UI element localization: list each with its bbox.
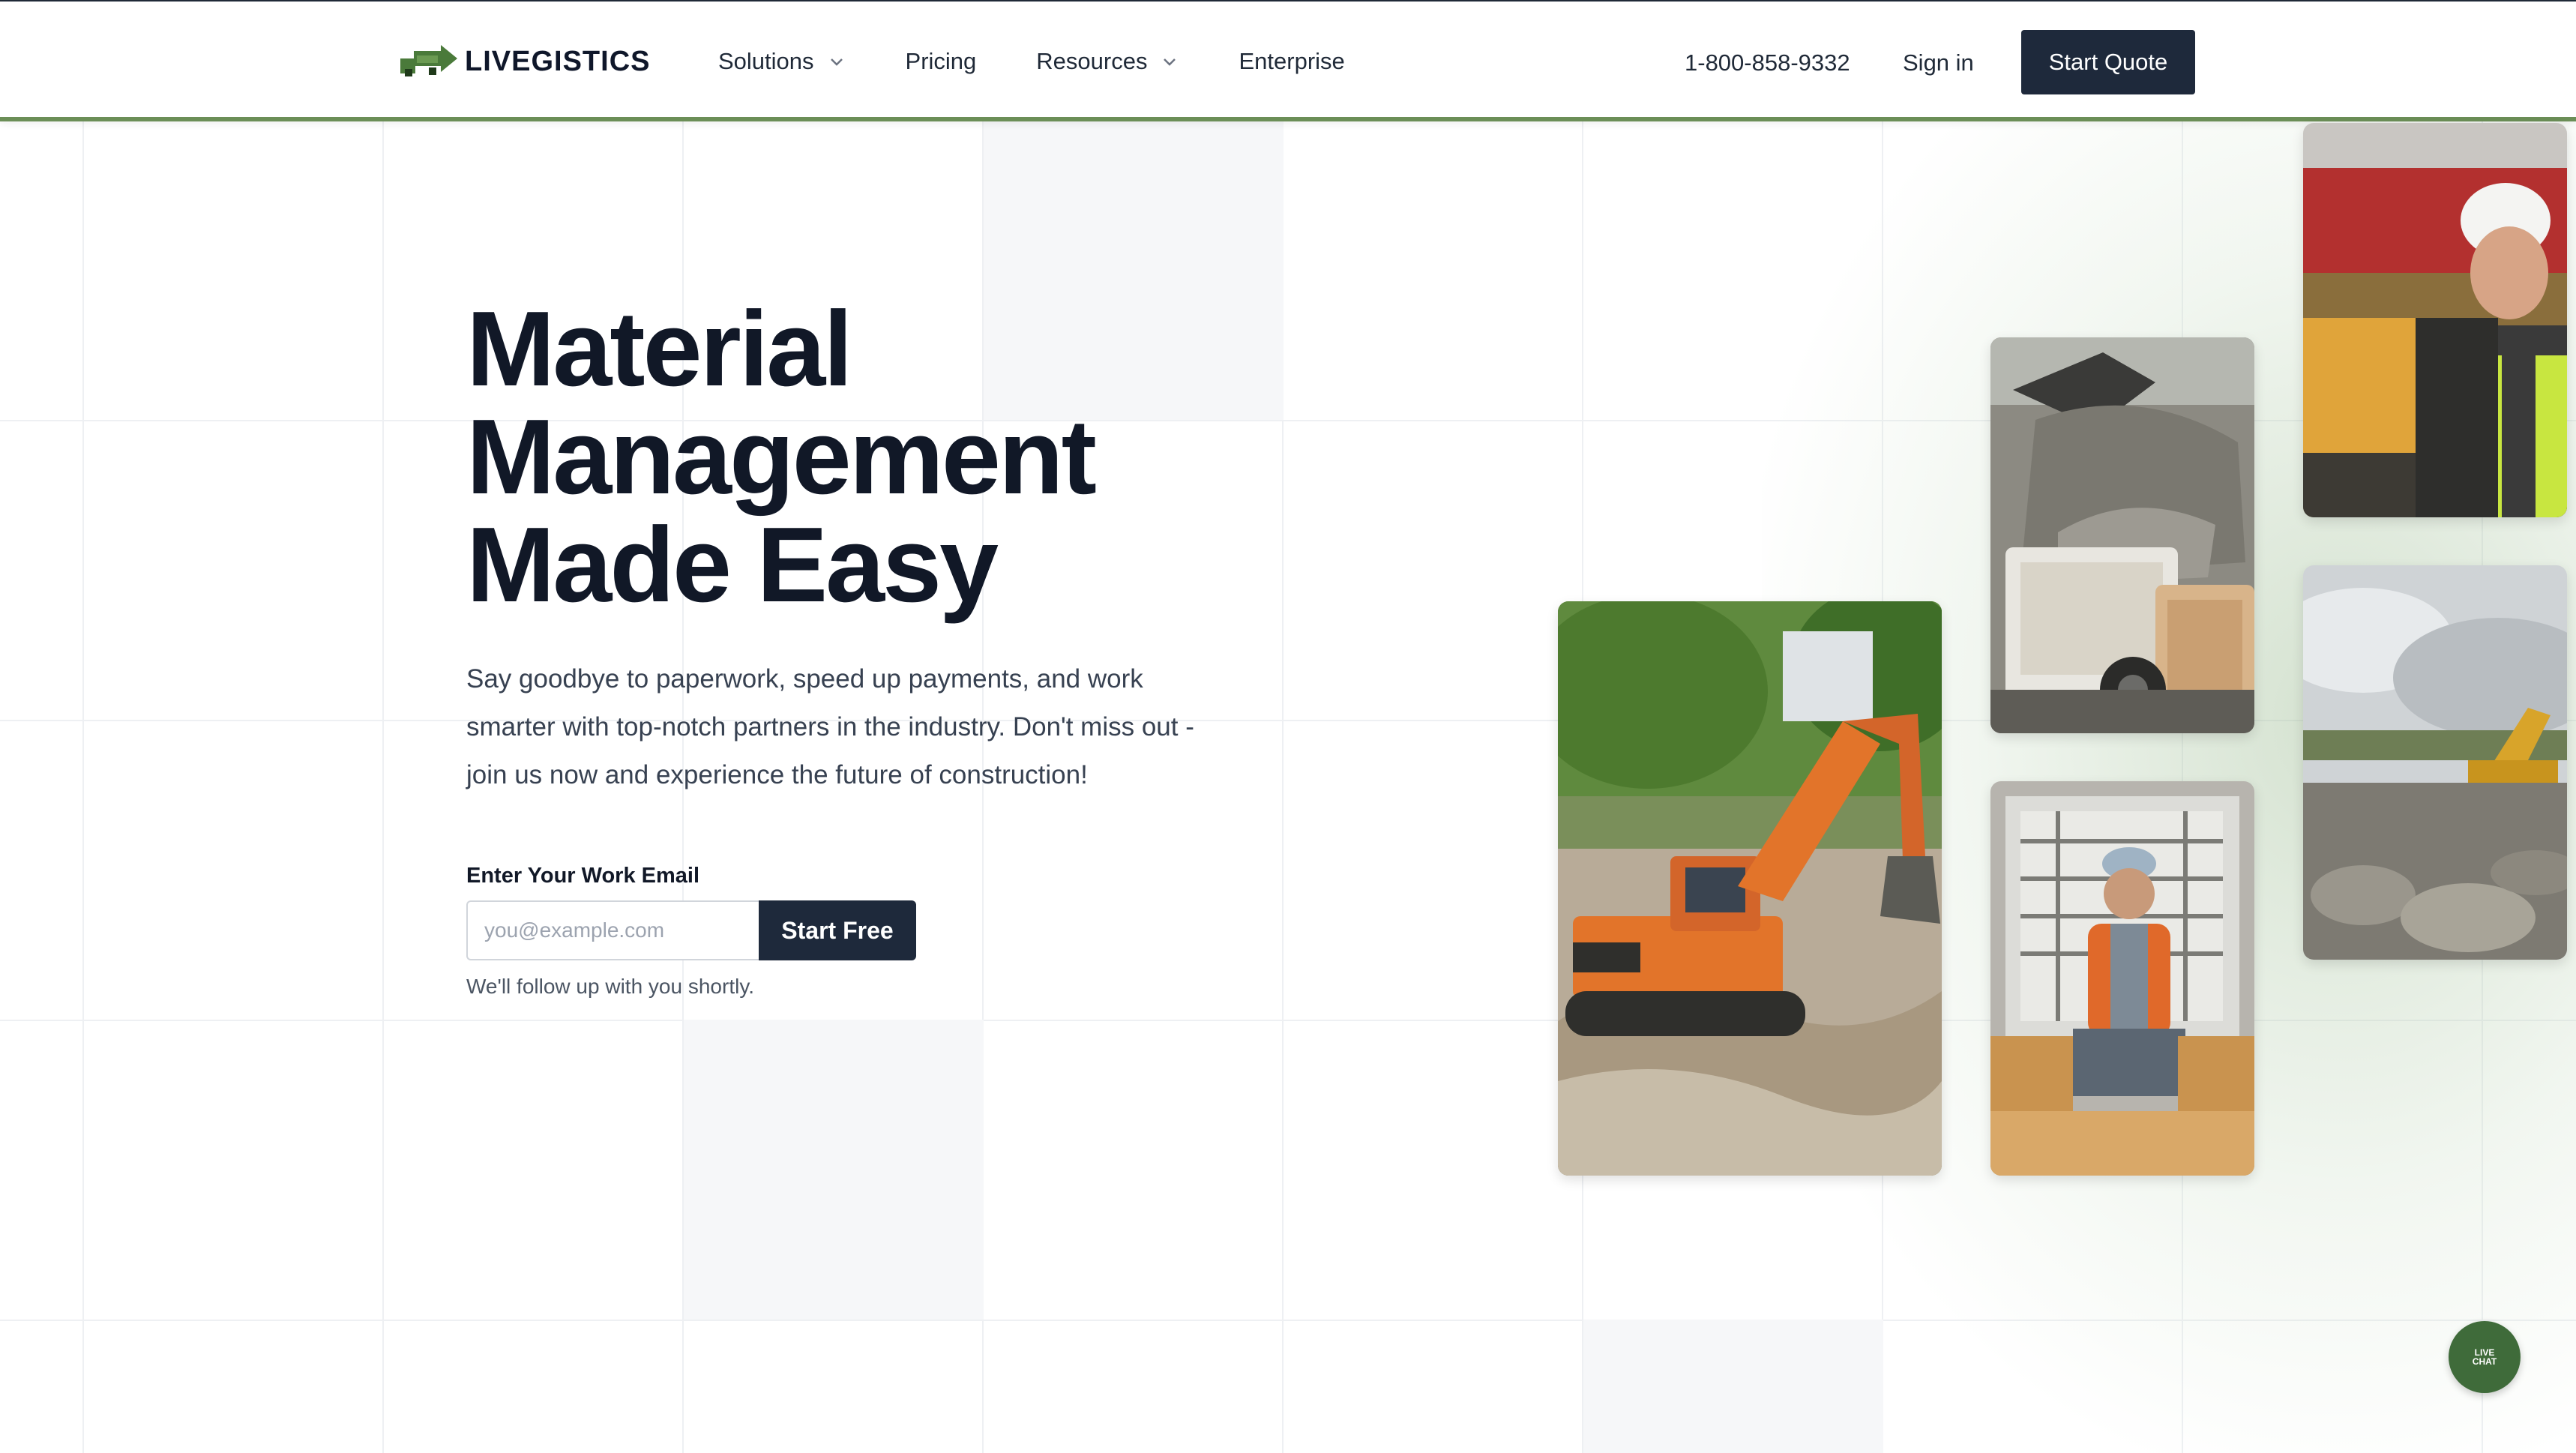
email-label: Enter Your Work Email [466, 864, 700, 888]
photo-dump-truck [1990, 337, 2254, 733]
photo-operator [1990, 781, 2254, 1176]
title-line-2: Management [466, 397, 1097, 517]
start-free-button[interactable]: Start Free [759, 900, 916, 960]
top-navbar: LIVEGISTICS Solutions Pricing Resources … [0, 0, 2576, 121]
title-line-3: Made Easy [466, 505, 999, 625]
title-line-1: Material [466, 289, 853, 409]
email-input[interactable] [466, 900, 759, 960]
photo-worker-helmet [2303, 123, 2567, 517]
signin-link[interactable]: Sign in [1903, 49, 1974, 76]
background-tile [684, 1020, 984, 1320]
chat-label-line-2: CHAT [2472, 1356, 2497, 1367]
followup-text: We'll follow up with you shortly. [466, 975, 755, 998]
nav-pricing-label: Pricing [905, 48, 977, 74]
hero-subtitle: Say goodbye to paperwork, speed up payme… [466, 664, 1194, 789]
start-quote-button[interactable]: Start Quote [2021, 30, 2195, 94]
logo-text: LIVEGISTICS [465, 45, 651, 77]
nav-resources[interactable]: Resources [1036, 48, 1179, 75]
nav-enterprise[interactable]: Enterprise [1239, 48, 1344, 75]
chat-icon: LIVE CHAT [2473, 1348, 2497, 1366]
page-title: Material Management Made Easy [466, 295, 1366, 619]
photo-excavator [1558, 601, 1942, 1176]
live-chat-button[interactable]: LIVE CHAT [2449, 1321, 2521, 1393]
logo-icon [400, 45, 457, 76]
nav-pricing[interactable]: Pricing [906, 48, 977, 75]
nav-solutions[interactable]: Solutions [718, 48, 846, 75]
logo[interactable]: LIVEGISTICS [400, 45, 650, 78]
photo-construction-site [2303, 565, 2567, 960]
main-nav: Solutions Pricing Resources Enterprise [718, 48, 1345, 75]
nav-enterprise-label: Enterprise [1239, 48, 1345, 74]
chevron-down-icon [1164, 58, 1176, 66]
phone-link[interactable]: 1-800-858-9332 [1685, 49, 1850, 76]
chevron-down-icon [830, 58, 843, 66]
nav-resources-label: Resources [1036, 48, 1148, 74]
nav-solutions-label: Solutions [718, 48, 814, 74]
